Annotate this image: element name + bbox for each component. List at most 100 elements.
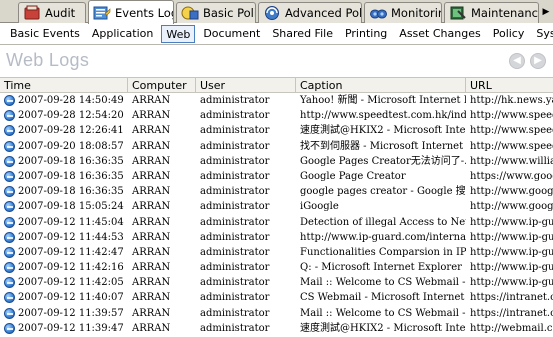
page-title: Web Logs	[6, 50, 90, 70]
subtab-basic-events[interactable]: Basic Events	[6, 25, 84, 43]
cell-caption: Yahoo! 新聞 - Microsoft Internet Expl...	[300, 95, 466, 106]
cell-user: administrator	[200, 322, 270, 334]
table-row[interactable]: 2007-09-18 16:36:35 ARRAN administrator Goo…	[0, 169, 553, 184]
cell-url: http://www.ip-guard.co	[470, 246, 553, 258]
tab-basic-policy[interactable]: Basic Policy	[176, 2, 256, 23]
table-row[interactable]: 2007-09-12 11:44:53 ARRAN administrator htt…	[0, 230, 553, 245]
tab-advanced-policy[interactable]: Advanced Policy	[258, 2, 362, 23]
web-logs-table: Time Computer User Caption URL 2007-09-2…	[0, 77, 553, 337]
tab-audit[interactable]: Audit	[18, 2, 86, 23]
subtab-shared-file[interactable]: Shared File	[268, 25, 337, 43]
subtab-document[interactable]: Document	[199, 25, 264, 43]
cell-computer: ARRAN	[132, 170, 171, 182]
cell-time: 2007-09-12 11:44:53	[18, 231, 124, 243]
cell-user: administrator	[200, 307, 270, 319]
subtab-web[interactable]: Web	[161, 24, 196, 43]
cell-time: 2007-09-12 11:42:16	[18, 262, 124, 274]
cell-url: http://www.speedtest.c	[470, 125, 553, 137]
cell-computer: ARRAN	[132, 186, 171, 198]
cell-time: 2007-09-20 18:08:57	[18, 140, 124, 152]
cell-url: https://intranet.cs.hku	[470, 292, 553, 304]
cell-user: administrator	[200, 155, 270, 167]
cell-url: http://hk.news.yahoo.c	[470, 95, 553, 106]
tab-events-log-label: Events Log	[115, 5, 174, 20]
cell-computer: ARRAN	[132, 216, 171, 228]
table-row[interactable]: 2007-09-18 15:05:24 ARRAN administrator iGo…	[0, 199, 553, 214]
cell-time: 2007-09-18 15:05:24	[18, 201, 124, 213]
column-header-url[interactable]: URL	[466, 78, 553, 93]
subtab-system[interactable]: System	[532, 25, 553, 43]
table-row[interactable]: 2007-09-12 11:42:16 ARRAN administrator Q: …	[0, 260, 553, 275]
table-row[interactable]: 2007-09-12 11:42:05 ARRAN administrator Mai…	[0, 275, 553, 290]
cell-url: http://www.ip-guard.co	[470, 277, 553, 289]
cell-url: http://www.speedtest.c	[470, 140, 553, 152]
table-row[interactable]: 2007-09-20 18:08:57 ARRAN administrator 找不到…	[0, 139, 553, 154]
cell-user: administrator	[200, 95, 270, 106]
cell-user: administrator	[200, 186, 270, 198]
monitoring-icon	[370, 9, 387, 19]
table-row[interactable]: 2007-09-12 11:45:04 ARRAN administrator Det…	[0, 215, 553, 230]
cell-url: http://www.speedtest.c	[470, 110, 553, 122]
cell-user: administrator	[200, 292, 270, 304]
cell-caption: Detection of illegal Access to Network..…	[300, 216, 466, 228]
cell-user: administrator	[200, 140, 270, 152]
main-tab-bar: Audit Events Log Basic Policy Advanced P…	[0, 0, 553, 24]
cell-user: administrator	[200, 110, 270, 122]
cell-caption: Google Page Creator	[300, 170, 406, 182]
cell-caption: Mail :: Welcome to CS Webmail - Mic...	[300, 307, 466, 319]
cell-computer: ARRAN	[132, 292, 171, 304]
cell-user: administrator	[200, 170, 270, 182]
cell-caption: Functionalities Comparsion in IP-guar...	[300, 246, 466, 258]
table-row[interactable]: 2007-09-18 16:36:35 ARRAN administrator Goo…	[0, 154, 553, 169]
table-row[interactable]: 2007-09-12 11:40:07 ARRAN administrator CS …	[0, 290, 553, 305]
forward-button[interactable]: ▶	[530, 53, 546, 69]
sub-tab-bar: Basic Events Application Web Document Sh…	[0, 23, 553, 45]
column-header-caption[interactable]: Caption	[296, 78, 466, 93]
cell-url: http://www.ip-guard.co	[470, 216, 553, 228]
cell-computer: ARRAN	[132, 110, 171, 122]
arrow-right-icon: ▶	[534, 55, 542, 66]
column-header-user[interactable]: User	[196, 78, 296, 93]
tab-monitoring-label: Monitoring	[391, 6, 441, 20]
subtab-printing[interactable]: Printing	[341, 25, 391, 43]
tab-monitoring[interactable]: Monitoring	[364, 2, 442, 23]
cell-user: administrator	[200, 216, 270, 228]
table-row[interactable]: 2007-09-28 14:50:49 ARRAN administrator Yah…	[0, 93, 553, 108]
column-header-time[interactable]: Time	[0, 78, 128, 93]
cell-computer: ARRAN	[132, 307, 171, 319]
tab-events-log[interactable]: Events Log	[88, 0, 174, 24]
subtab-application[interactable]: Application	[88, 25, 157, 43]
cell-url: http://webmail.cs.hku.	[470, 322, 553, 334]
tab-advanced-policy-label: Advanced Policy	[285, 6, 362, 20]
cell-caption: 速度測試@HKIX2 - Microsoft Intern...	[300, 322, 466, 334]
subtab-policy[interactable]: Policy	[489, 25, 529, 43]
table-row[interactable]: 2007-09-28 12:54:20 ARRAN administrator htt…	[0, 108, 553, 123]
cell-time: 2007-09-12 11:42:05	[18, 277, 124, 289]
cell-time: 2007-09-18 16:36:35	[18, 170, 124, 182]
basic-policy-icon	[181, 6, 199, 20]
cell-caption: http://www.ip-guard.com/internal/sup...	[300, 231, 466, 243]
table-row[interactable]: 2007-09-18 16:36:35 ARRAN administrator goo…	[0, 184, 553, 199]
cell-caption: 速度測試@HKIX2 - Microsoft Intern...	[300, 125, 466, 137]
back-button[interactable]: ◀	[509, 53, 525, 69]
tab-scroll-left-edge	[0, 2, 10, 23]
table-row[interactable]: 2007-09-28 12:26:41 ARRAN administrator 速度測…	[0, 123, 553, 138]
cell-user: administrator	[200, 125, 270, 137]
table-row[interactable]: 2007-09-12 11:39:47 ARRAN administrator 速度測…	[0, 321, 553, 336]
cell-time: 2007-09-28 12:54:20	[18, 110, 124, 122]
cell-user: administrator	[200, 246, 270, 258]
tab-basic-policy-label: Basic Policy	[203, 6, 255, 20]
tab-scroll-right-button[interactable]: ▶	[539, 0, 553, 23]
cell-user: administrator	[200, 262, 270, 274]
tab-maintenance-label: Maintenance	[471, 6, 539, 20]
cell-caption: google pages creator - Google 搜尋	[300, 186, 466, 198]
table-row[interactable]: 2007-09-12 11:39:57 ARRAN administrator Mai…	[0, 306, 553, 321]
cell-url: http://www.williamlong	[470, 155, 553, 167]
cell-computer: ARRAN	[132, 95, 171, 106]
table-row[interactable]: 2007-09-12 11:42:47 ARRAN administrator Fun…	[0, 245, 553, 260]
subtab-asset-changes[interactable]: Asset Changes	[395, 25, 484, 43]
column-header-computer[interactable]: Computer	[128, 78, 196, 93]
cell-url: http://www.ip-guard.co	[470, 262, 553, 274]
tab-maintenance[interactable]: Maintenance	[444, 2, 539, 23]
page-header: Web Logs ◀ ▶	[0, 46, 553, 77]
